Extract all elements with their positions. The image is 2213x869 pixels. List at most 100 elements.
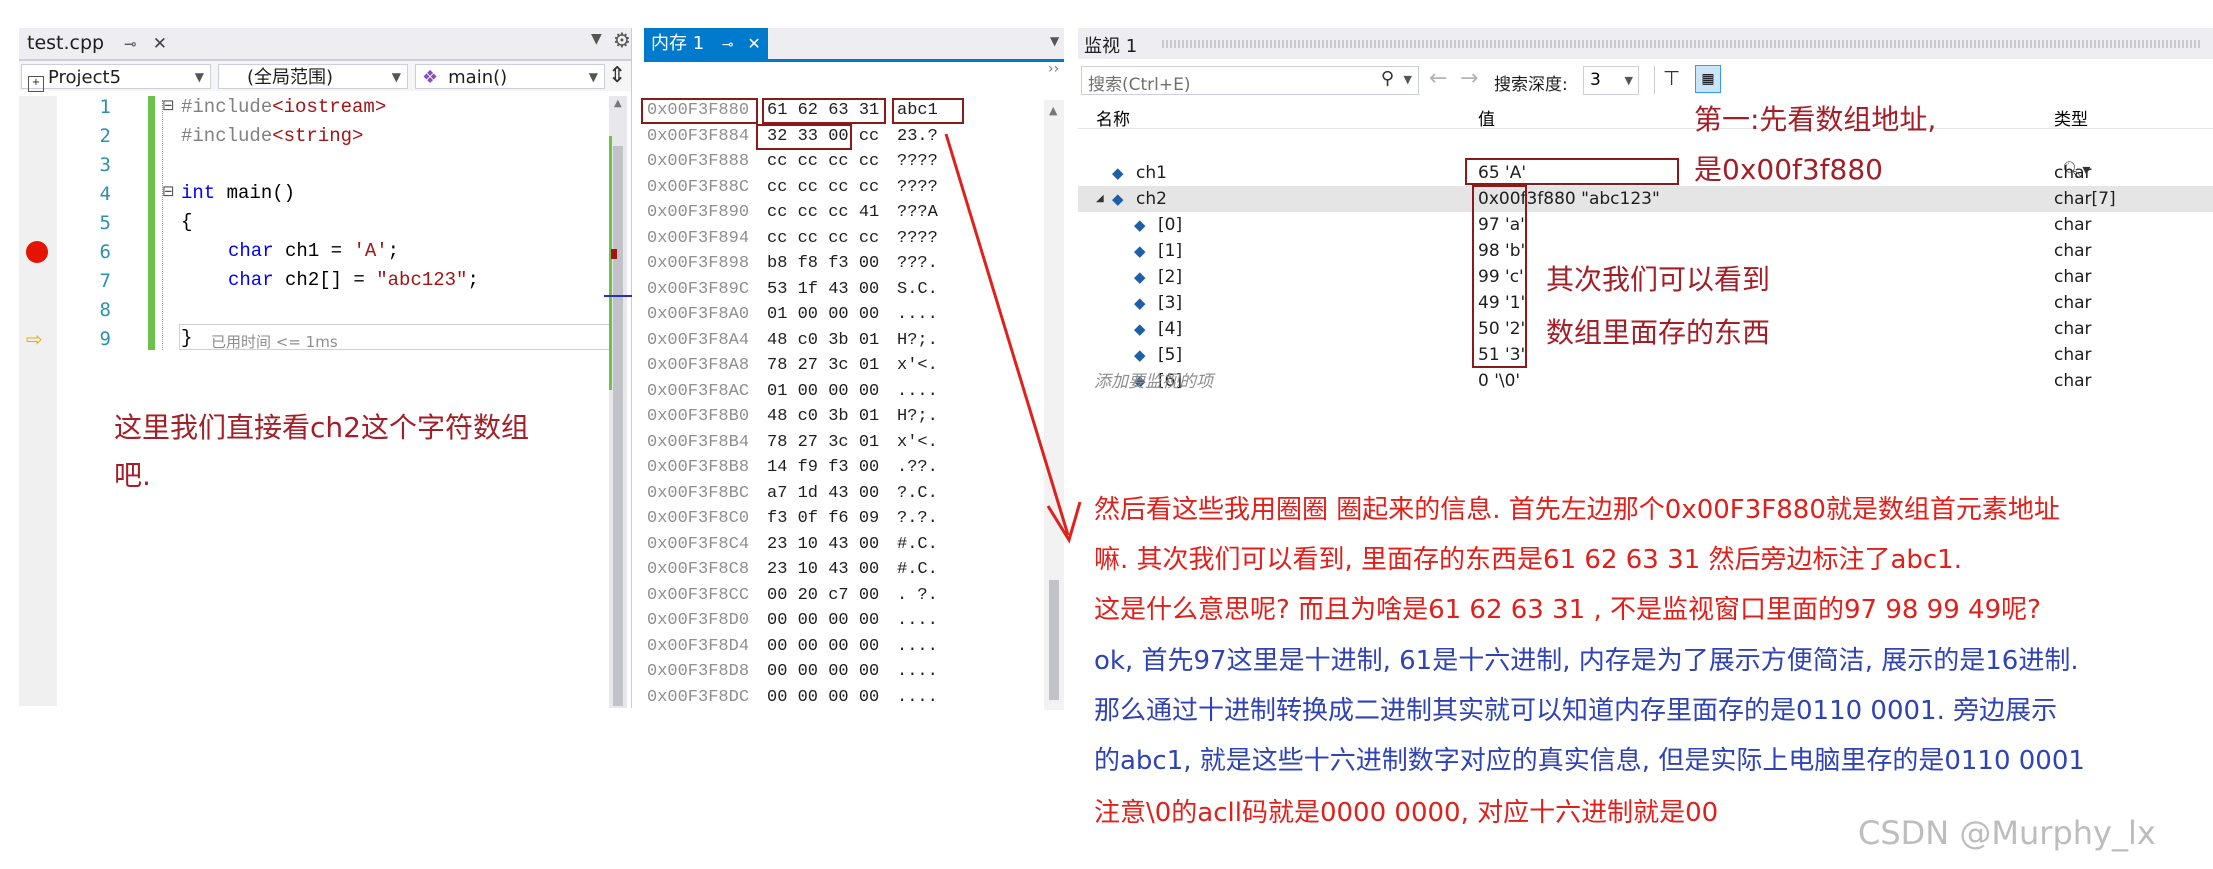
memory-row[interactable]: 0x00F3F8B0 48 c0 3b 01 H?;. xyxy=(647,404,938,430)
split-icon[interactable]: ⇕ xyxy=(608,63,626,88)
memory-address: 0x00F3F8A4 xyxy=(647,330,750,350)
memory-row[interactable]: 0x00F3F8DC 00 00 00 00.... xyxy=(647,685,938,711)
pin-icon[interactable]: ⊸ xyxy=(124,35,137,53)
line-number: 9 xyxy=(99,328,111,350)
memory-row[interactable]: 0x00F3F8AC 01 00 00 00.... xyxy=(647,379,938,405)
memory-chars: .... xyxy=(897,687,938,707)
memory-row[interactable]: 0x00F3F8B8 14 f9 f3 00.??. xyxy=(647,455,938,481)
memory-row[interactable]: 0x00F3F89C 53 1f 43 00 S.C. xyxy=(647,277,938,303)
column-name[interactable]: 名称 xyxy=(1096,105,1130,130)
pin-icon[interactable]: ⊤ xyxy=(1663,66,1680,90)
close-icon[interactable]: ✕ xyxy=(153,34,167,54)
watch-name: [5] xyxy=(1158,345,1183,365)
line-number: 6 xyxy=(99,241,111,263)
drag-grip[interactable] xyxy=(1162,40,2202,48)
code-line-6: char ch1 = 'A'; xyxy=(228,240,400,262)
memory-chars: .... xyxy=(897,662,938,681)
column-value[interactable]: 值 xyxy=(1478,105,1495,130)
collapse-icon[interactable]: ⊟ xyxy=(162,182,175,200)
search-input[interactable]: 搜索(Ctrl+E) xyxy=(1088,70,1191,95)
watch-row[interactable]: ◢ ◆ ch2 0x00f3f880 "abc123" char[7] xyxy=(1078,186,2213,212)
memory-row[interactable]: 0x00F3F8B4 78 27 3c 01 x'<. xyxy=(647,430,938,456)
memory-bytes: 78 27 3c 01 xyxy=(767,432,880,452)
variable-icon: ◆ xyxy=(1134,216,1146,234)
function-dropdown[interactable]: ❖ main() ▼ xyxy=(415,64,605,89)
back-arrow-icon[interactable]: ← xyxy=(1429,66,1447,91)
breakpoint-gutter[interactable] xyxy=(19,96,57,706)
annotation-step1-b: 是0x00f3f880 xyxy=(1694,153,1883,186)
memory-row[interactable]: 0x00F3F8BC a7 1d 43 00 ?.C. xyxy=(647,481,938,507)
memory-address: 0x00F3F8C8 xyxy=(647,560,750,579)
memory-bytes: cc cc cc cc xyxy=(767,228,880,248)
memory-row[interactable]: 0x00F3F8D4 00 00 00 00.... xyxy=(647,634,938,660)
chevron-down-icon[interactable]: ▼ xyxy=(1404,73,1412,86)
gear-icon[interactable]: ⚙ xyxy=(613,28,631,52)
search-depth-dropdown[interactable]: 3 ▼ xyxy=(1583,66,1639,95)
memory-address: 0x00F3F8D8 xyxy=(647,662,750,681)
tab-test-cpp[interactable]: test.cpp ⊸ ✕ xyxy=(27,28,167,59)
watch-row[interactable]: ◆ [6] 0 '\0' char xyxy=(1078,368,2213,394)
watch-name: [4] xyxy=(1158,319,1183,339)
memory-row[interactable]: 0x00F3F8D0 00 00 00 00.... xyxy=(647,608,938,634)
chevron-down-icon[interactable]: ▼ xyxy=(1050,34,1059,48)
expand-toggle-icon[interactable]: ◢ xyxy=(1096,186,1104,212)
chevron-down-icon: ▼ xyxy=(194,70,204,84)
scope-dropdown[interactable]: (全局范围) ▼ xyxy=(218,64,408,89)
memory-row[interactable]: 0x00F3F894 cc cc cc cc???? xyxy=(647,226,938,252)
navigation-bar: + Project5 ▼ (全局范围) ▼ ❖ main() ▼ ⇕ xyxy=(19,61,631,92)
memory-row[interactable]: 0x00F3F890 cc cc cc 41 ???A xyxy=(647,200,938,226)
annotation-step2-a: 其次我们可以看到 xyxy=(1546,263,1771,296)
memory-bytes: 53 1f 43 00 xyxy=(767,279,880,299)
search-icon[interactable]: ⚲ xyxy=(1381,68,1394,89)
outline-guide xyxy=(162,100,164,350)
memory-address: 0x00F3F89C xyxy=(647,279,750,299)
line-number: 8 xyxy=(99,299,111,321)
tab-watch-1[interactable]: 监视 1 xyxy=(1084,32,1137,58)
memory-chars: . ?. xyxy=(897,585,938,605)
memory-bytes: 23 10 43 00 xyxy=(767,560,880,579)
memory-row[interactable]: 0x00F3F8CC 00 20 c7 00 . ?. xyxy=(647,583,938,609)
add-watch-item[interactable]: 添加要监视的项 xyxy=(1094,367,1213,392)
memory-row[interactable]: 0x00F3F8A0 01 00 00 00.... xyxy=(647,302,938,328)
explanation-blue-1: ok, 首先97这里是十进制, 61是十六进制, 内存是为了展示方便简洁, 展示… xyxy=(1094,646,2079,676)
memory-row[interactable]: 0x00F3F8C4 23 10 43 00 #.C. xyxy=(647,532,938,558)
close-icon[interactable]: ✕ xyxy=(747,34,760,53)
search-box[interactable]: 搜索(Ctrl+E) ⚲ ▼ xyxy=(1081,66,1419,95)
memory-address: 0x00F3F8DC xyxy=(647,687,750,707)
column-type[interactable]: 类型 xyxy=(2054,105,2088,130)
memory-row[interactable]: 0x00F3F8A4 48 c0 3b 01 H?;. xyxy=(647,328,938,354)
overflow-icon[interactable]: ›› xyxy=(1048,61,1059,77)
project-name: Project5 xyxy=(48,67,122,88)
memory-row[interactable]: 0x00F3F8A8 78 27 3c 01 x'<. xyxy=(647,353,938,379)
memory-row[interactable]: 0x00F3F8C8 23 10 43 00 #.C. xyxy=(647,557,938,583)
tab-memory-1[interactable]: 内存 1 ⊸ ✕ xyxy=(644,28,768,59)
memory-address: 0x00F3F8A8 xyxy=(647,356,750,375)
memory-bytes: 01 00 00 00 xyxy=(767,305,880,324)
tab-label: 内存 1 xyxy=(651,33,705,54)
memory-row[interactable]: 0x00F3F8C0 f3 0f f6 09?.?. xyxy=(647,506,938,532)
forward-arrow-icon[interactable]: → xyxy=(1460,66,1478,91)
collapse-icon[interactable]: ⊟ xyxy=(162,96,175,114)
hex-display-toggle[interactable]: ▦ xyxy=(1695,65,1721,93)
memory-row[interactable]: 0x00F3F88C cc cc cc cc???? xyxy=(647,175,938,201)
memory-row[interactable]: 0x00F3F898 b8 f8 f3 00???. xyxy=(647,251,938,277)
memory-bytes: cc cc cc cc xyxy=(767,152,880,171)
memory-row[interactable]: 0x00F3F888 cc cc cc cc???? xyxy=(647,149,938,175)
pin-icon[interactable]: ⊸ xyxy=(722,37,734,53)
memory-bytes: 00 20 c7 00 xyxy=(767,585,880,605)
watch-row[interactable]: ◆ [0] 97 'a' char xyxy=(1078,212,2213,238)
editor-scrollbar[interactable]: ▲ xyxy=(609,96,627,708)
line-number: 3 xyxy=(99,154,111,176)
toolbar-divider xyxy=(1654,66,1655,94)
breakpoint-icon[interactable] xyxy=(26,241,48,263)
tab-label: test.cpp xyxy=(27,32,105,54)
memory-row[interactable]: 0x00F3F8D8 00 00 00 00.... xyxy=(647,659,938,685)
chevron-down-icon[interactable]: ▼ xyxy=(591,31,602,47)
project-dropdown[interactable]: + Project5 ▼ xyxy=(21,64,211,92)
watch-value[interactable]: 0 '\0' xyxy=(1478,368,1520,394)
line-number: 7 xyxy=(99,270,111,292)
highlight-box-ch2-value xyxy=(1465,158,1679,185)
magnifier-icon[interactable]: 🔍︎▾ xyxy=(2062,160,2090,179)
memory-chars: #.C. xyxy=(897,560,938,579)
variable-icon: ◆ xyxy=(1112,190,1124,208)
